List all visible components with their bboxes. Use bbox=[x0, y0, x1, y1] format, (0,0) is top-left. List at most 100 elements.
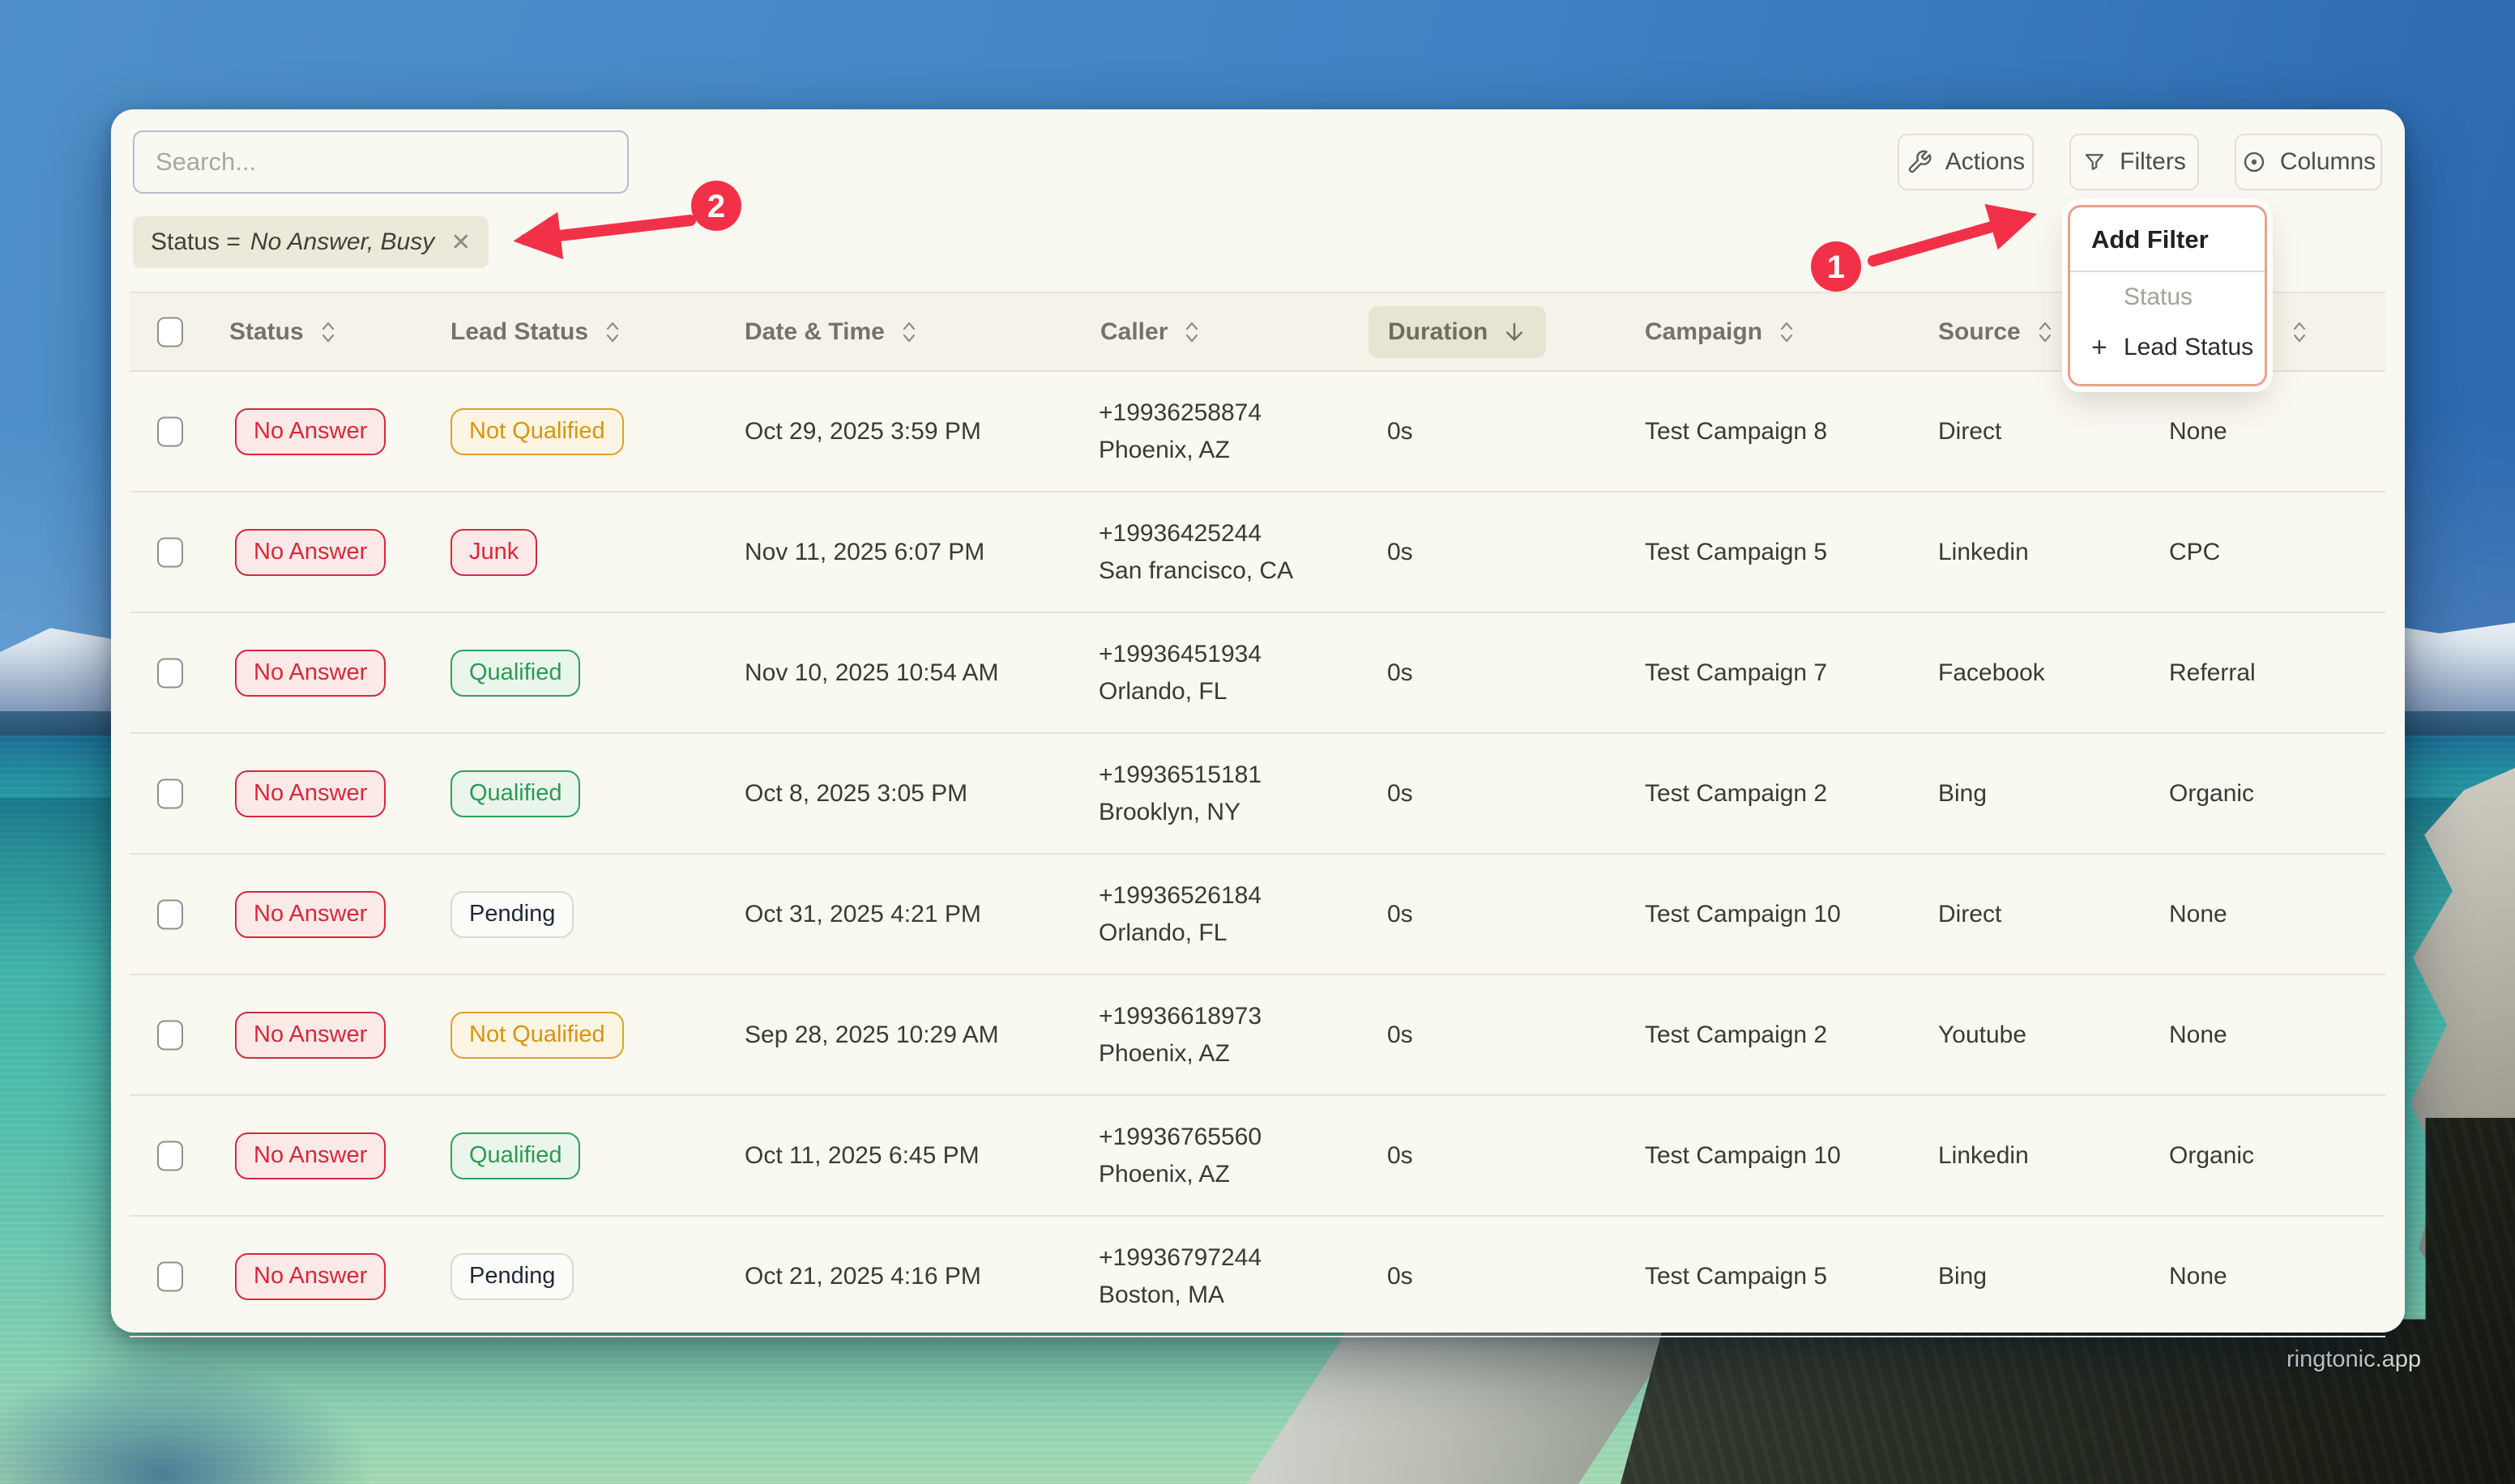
dropdown-item-lead-status[interactable]: + Lead Status bbox=[2070, 322, 2265, 373]
row-checkbox[interactable] bbox=[157, 416, 183, 446]
caller-phone: +19936451934 bbox=[1099, 636, 1262, 673]
row-checkbox[interactable] bbox=[157, 658, 183, 688]
sort-icon bbox=[1182, 319, 1202, 345]
filter-chip-label: Status = bbox=[151, 228, 241, 256]
sort-icon bbox=[899, 319, 919, 345]
datetime-cell: Sep 28, 2025 10:29 AM bbox=[745, 1021, 999, 1049]
status-badge: No Answer bbox=[235, 1253, 386, 1300]
filter-chip-close-icon[interactable]: ✕ bbox=[450, 228, 471, 257]
table-row[interactable]: No Answer Pending Oct 31, 2025 4:21 PM +… bbox=[130, 855, 2385, 975]
source-cell: Bing bbox=[1938, 1263, 1987, 1290]
row-checkbox[interactable] bbox=[157, 1261, 183, 1291]
duration-cell: 0s bbox=[1387, 659, 1413, 687]
datetime-cell: Oct 11, 2025 6:45 PM bbox=[745, 1142, 980, 1170]
lead-status-badge: Not Qualified bbox=[450, 1012, 624, 1059]
caller-cell: +19936515181 Brooklyn, NY bbox=[1099, 757, 1262, 831]
medium-cell: None bbox=[2169, 901, 2227, 928]
plus-icon: + bbox=[2091, 332, 2107, 364]
table-row[interactable]: No Answer Not Qualified Sep 28, 2025 10:… bbox=[130, 975, 2385, 1096]
source-cell: Bing bbox=[1938, 780, 1987, 808]
row-checkbox[interactable] bbox=[157, 899, 183, 929]
lead-status-badge: Qualified bbox=[450, 770, 580, 817]
table-row[interactable]: No Answer Not Qualified Oct 29, 2025 3:5… bbox=[130, 372, 2385, 493]
sort-icon bbox=[318, 319, 338, 345]
campaign-cell: Test Campaign 5 bbox=[1645, 539, 1827, 566]
campaign-cell: Test Campaign 10 bbox=[1645, 901, 1841, 928]
source-cell: Direct bbox=[1938, 901, 2001, 928]
duration-cell: 0s bbox=[1387, 780, 1413, 808]
caller-cell: +19936618973 Phoenix, AZ bbox=[1099, 998, 1262, 1072]
duration-cell: 0s bbox=[1387, 901, 1413, 928]
status-badge: No Answer bbox=[235, 650, 386, 697]
row-checkbox[interactable] bbox=[157, 1020, 183, 1050]
column-header-caller[interactable]: Caller bbox=[1100, 318, 1202, 346]
datetime-cell: Nov 11, 2025 6:07 PM bbox=[745, 539, 984, 566]
column-header-source[interactable]: Source bbox=[1938, 318, 2055, 346]
caller-location: Phoenix, AZ bbox=[1099, 432, 1262, 469]
calls-table: Status Lead Status Date & Time Caller Du bbox=[130, 292, 2385, 1337]
campaign-cell: Test Campaign 5 bbox=[1645, 1263, 1827, 1290]
duration-cell: 0s bbox=[1387, 539, 1413, 566]
caller-cell: +19936451934 Orlando, FL bbox=[1099, 636, 1262, 710]
status-badge: No Answer bbox=[235, 770, 386, 817]
lead-status-badge: Not Qualified bbox=[450, 408, 624, 455]
row-checkbox[interactable] bbox=[157, 537, 183, 567]
table-row[interactable]: No Answer Qualified Nov 10, 2025 10:54 A… bbox=[130, 613, 2385, 734]
caller-phone: +19936618973 bbox=[1099, 998, 1262, 1035]
lead-status-badge: Pending bbox=[450, 891, 574, 938]
caller-location: Orlando, FL bbox=[1099, 915, 1262, 952]
caller-cell: +19936526184 Orlando, FL bbox=[1099, 877, 1262, 952]
column-header-campaign[interactable]: Campaign bbox=[1645, 318, 1796, 346]
column-header-datetime[interactable]: Date & Time bbox=[745, 318, 919, 346]
select-all-checkbox[interactable] bbox=[157, 317, 183, 347]
filters-button[interactable]: Filters bbox=[2069, 134, 2199, 190]
medium-cell: Referral bbox=[2169, 659, 2256, 687]
actions-button[interactable]: Actions bbox=[1898, 134, 2034, 190]
medium-cell: None bbox=[2169, 1021, 2227, 1049]
duration-cell: 0s bbox=[1387, 1021, 1413, 1049]
column-header-lead-status[interactable]: Lead Status bbox=[450, 318, 622, 346]
desktop: ringtonic.app Status = No Answer, Busy ✕… bbox=[0, 0, 2515, 1484]
funnel-icon bbox=[2082, 150, 2107, 174]
table-row[interactable]: No Answer Qualified Oct 11, 2025 6:45 PM… bbox=[130, 1096, 2385, 1217]
app-window: Status = No Answer, Busy ✕ Actions Filte… bbox=[111, 109, 2405, 1333]
source-cell: Linkedin bbox=[1938, 539, 2029, 566]
caller-location: San francisco, CA bbox=[1099, 552, 1293, 590]
column-header-status[interactable]: Status bbox=[229, 318, 338, 346]
lead-status-badge: Qualified bbox=[450, 650, 580, 697]
caller-phone: +19936765560 bbox=[1099, 1119, 1262, 1156]
lead-status-badge: Qualified bbox=[450, 1132, 580, 1179]
table-row[interactable]: No Answer Junk Nov 11, 2025 6:07 PM +199… bbox=[130, 493, 2385, 613]
caller-cell: +19936258874 Phoenix, AZ bbox=[1099, 394, 1262, 469]
caller-location: Phoenix, AZ bbox=[1099, 1156, 1262, 1193]
medium-cell: Organic bbox=[2169, 780, 2254, 808]
campaign-cell: Test Campaign 2 bbox=[1645, 1021, 1827, 1049]
column-header-medium[interactable] bbox=[2275, 319, 2309, 345]
column-header-duration[interactable]: Duration bbox=[1369, 306, 1546, 358]
caller-location: Phoenix, AZ bbox=[1099, 1035, 1262, 1072]
lead-status-badge: Junk bbox=[450, 529, 537, 576]
table-row[interactable]: No Answer Pending Oct 21, 2025 4:16 PM +… bbox=[130, 1217, 2385, 1337]
status-badge: No Answer bbox=[235, 1132, 386, 1179]
source-cell: Linkedin bbox=[1938, 1142, 2029, 1170]
sort-icon bbox=[603, 319, 622, 345]
sort-icon bbox=[1777, 319, 1796, 345]
source-cell: Facebook bbox=[1938, 659, 2045, 687]
status-badge: No Answer bbox=[235, 408, 386, 455]
table-row[interactable]: No Answer Qualified Oct 8, 2025 3:05 PM … bbox=[130, 734, 2385, 855]
actions-button-label: Actions bbox=[1945, 148, 2025, 176]
medium-cell: CPC bbox=[2169, 539, 2220, 566]
filter-chip[interactable]: Status = No Answer, Busy ✕ bbox=[133, 216, 489, 268]
status-badge: No Answer bbox=[235, 891, 386, 938]
lead-status-badge: Pending bbox=[450, 1253, 574, 1300]
status-badge: No Answer bbox=[235, 529, 386, 576]
datetime-cell: Nov 10, 2025 10:54 AM bbox=[745, 659, 999, 687]
search-input[interactable] bbox=[133, 130, 629, 194]
row-checkbox[interactable] bbox=[157, 778, 183, 808]
wrench-icon bbox=[1907, 149, 1932, 175]
source-cell: Youtube bbox=[1938, 1021, 2026, 1049]
row-checkbox[interactable] bbox=[157, 1141, 183, 1171]
sort-icon bbox=[2290, 319, 2309, 345]
columns-eye-icon bbox=[2241, 149, 2267, 175]
columns-button[interactable]: Columns bbox=[2235, 134, 2382, 190]
